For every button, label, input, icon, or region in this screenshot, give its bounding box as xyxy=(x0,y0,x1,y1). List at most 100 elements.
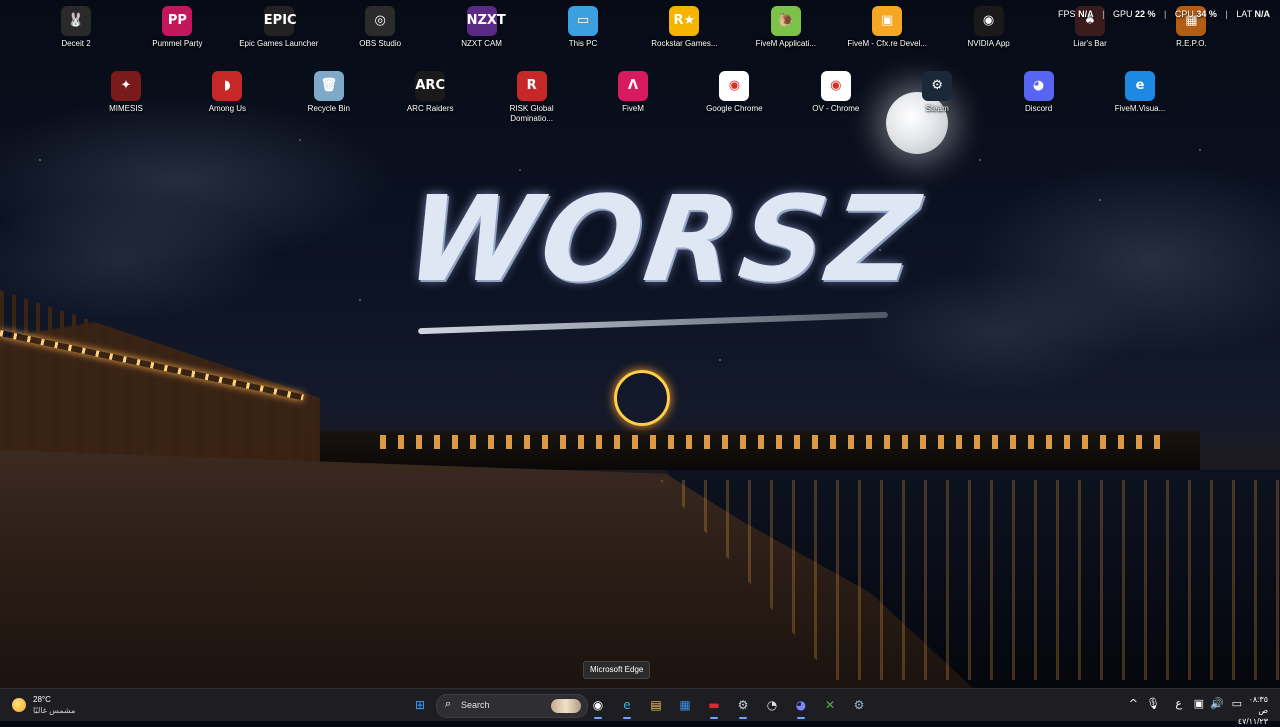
desktop-icon[interactable]: 🐌 FiveM Applicati... xyxy=(746,6,826,49)
mimesis-icon: ✦ xyxy=(111,71,141,101)
desktop-icon-label: Pummel Party xyxy=(152,39,203,48)
taskbar-edge[interactable]: e xyxy=(615,693,639,719)
steam-icon: ⚙ xyxy=(922,71,953,101)
taskbar-store[interactable]: ▦ xyxy=(673,693,697,717)
lat-label: LAT xyxy=(1236,9,1252,19)
fivem-snail-icon: 🐌 xyxy=(770,6,801,36)
fps-label: FPS xyxy=(1058,9,1076,19)
desktop-icon[interactable]: ◎ OBS Studio xyxy=(340,6,420,49)
risk-icon: R xyxy=(516,71,547,101)
desktop-icon-label: Discord xyxy=(1025,104,1053,113)
recycle-bin-icon: 🗑 xyxy=(313,71,344,101)
desktop-icon-label: OBS Studio xyxy=(359,39,402,48)
weather-temperature: 28°C xyxy=(33,695,51,704)
desktop-icon-label: OV - Chrome xyxy=(812,104,860,113)
pier-lights xyxy=(380,435,1160,449)
desktop-icon[interactable]: EPIC Epic Games Launcher xyxy=(239,6,319,49)
search-icon: ⌕ xyxy=(445,698,452,710)
desktop-icon[interactable]: ARC ARC Raiders xyxy=(390,71,470,114)
monitor-icon: ▭ xyxy=(568,6,598,36)
desktop-icon-label: NZXT CAM xyxy=(461,39,502,48)
sun-icon xyxy=(12,698,26,712)
desktop-icon-label: ARC Raiders xyxy=(406,104,454,113)
desktop-icon-label: FiveM.Visua... xyxy=(1114,104,1166,113)
among-us-icon: ◗ xyxy=(212,71,243,101)
desktop-icon[interactable]: ⚙ Steam xyxy=(897,71,977,114)
volume-icon[interactable]: 🔊 xyxy=(1210,697,1224,710)
desktop-icon[interactable]: ◗ Among Us xyxy=(187,71,267,114)
clock[interactable]: ٠٨:٣٥ ص ٤٧/١١/٢٣ xyxy=(1238,694,1268,727)
edge-icon: e xyxy=(1125,71,1155,101)
rabbit-icon: 🐰 xyxy=(61,6,91,36)
desktop-icon-label: Deceit 2 xyxy=(61,39,91,48)
fivem-icon: Λ xyxy=(618,71,648,101)
desktop-icon[interactable]: ▣ FiveM - Cfx.re Devel... xyxy=(847,6,927,49)
desktop-icon-label: NVIDIA App xyxy=(967,39,1010,48)
desktop-icon-label: FiveM Applicati... xyxy=(755,39,817,48)
desktop-icon[interactable]: ◕ Discord xyxy=(999,71,1079,114)
desktop-icon-label: RISK Global Dominatio... xyxy=(509,104,554,123)
desktop-icon[interactable]: PP Pummel Party xyxy=(137,6,217,49)
fps-value: N/A xyxy=(1078,9,1094,19)
desktop-icon-label: Steam xyxy=(925,104,949,113)
desktop-icon[interactable]: R RISK Global Dominatio... xyxy=(492,71,572,124)
desktop-icon[interactable]: ◉ NVIDIA App xyxy=(949,6,1029,49)
taskbar-search[interactable]: ⌕ Search xyxy=(436,694,588,718)
start-button[interactable]: ⊞ xyxy=(408,693,432,717)
taskbar-discord[interactable]: ◕ xyxy=(789,693,813,719)
microphone-icon[interactable]: 🎙 xyxy=(1146,697,1160,710)
cpu-label: CPU xyxy=(1174,9,1194,19)
desktop-icon-label: Rockstar Games... xyxy=(651,39,718,48)
ferris-wheel xyxy=(614,370,670,426)
chrome-icon: ◉ xyxy=(719,71,750,101)
desktop-icon-label: R.E.P.O. xyxy=(1176,39,1207,48)
desktop-icon[interactable]: ◉ OV - Chrome xyxy=(796,71,876,114)
clock-date: ٤٧/١١/٢٣ xyxy=(1237,717,1268,726)
desktop-icon-label: MIMESIS xyxy=(109,104,143,113)
cfx-box-icon: ▣ xyxy=(872,6,903,36)
show-hidden-icons-chevron[interactable]: ^ xyxy=(1129,697,1138,710)
desktop-icon[interactable]: 🐰 Deceit 2 xyxy=(36,6,116,49)
divider: | xyxy=(1102,9,1105,19)
desktop-icon[interactable]: ✦ MIMESIS xyxy=(86,71,166,114)
desktop-icon-label: Among Us xyxy=(208,104,247,113)
search-highlight-image xyxy=(551,699,581,713)
obs-icon: ◎ xyxy=(365,6,396,36)
chrome-ov-icon: ◉ xyxy=(820,71,851,101)
divider: | xyxy=(1164,9,1167,19)
desktop-icon[interactable]: ▭ This PC xyxy=(543,6,623,49)
taskbar-app-clock[interactable]: ◔ xyxy=(760,693,784,717)
taskbar-file-explorer[interactable]: ▤ xyxy=(644,693,668,717)
desktop-icon[interactable]: ◉ Google Chrome xyxy=(694,71,774,114)
desktop-icon-label: Liar's Bar xyxy=(1073,39,1107,48)
divider: | xyxy=(1225,9,1228,19)
desktop-icon[interactable]: NZXT NZXT CAM xyxy=(442,6,522,49)
desktop-icon[interactable]: Λ FiveM xyxy=(593,71,673,114)
gpu-value: 22 % xyxy=(1134,9,1156,19)
taskbar-xbox[interactable]: ✕ xyxy=(818,693,842,717)
desktop-icon[interactable]: 🗑 Recycle Bin xyxy=(289,71,369,114)
desktop-icon-label: FiveM - Cfx.re Devel... xyxy=(847,39,927,48)
desktop-icon-label: Epic Games Launcher xyxy=(239,39,319,48)
wallpaper-title: WORSZ xyxy=(398,170,930,308)
taskbar: 28°C مشمس غالبًا ⌕ Search ⊞ ◉ e ▤ ▦ ▬ ⚙ ◔ ◕ ✕ ⚙ ^ … xyxy=(0,688,1280,726)
desktop-icon-label: Recycle Bin xyxy=(307,104,350,113)
epic-games-icon: EPIC xyxy=(263,6,297,36)
desktop-icon[interactable]: e FiveM.Visua... xyxy=(1100,71,1180,114)
taskbar-app-red[interactable]: ▬ xyxy=(702,693,726,719)
performance-overlay: FPS N/A | GPU 22 % | CPU 34 % | LAT N/A xyxy=(1058,9,1270,19)
desktop-icon[interactable]: R★ Rockstar Games... xyxy=(644,6,724,49)
weather-condition: مشمس غالبًا xyxy=(33,706,76,715)
desktop-icon-label: FiveM xyxy=(622,104,644,113)
taskbar-chrome[interactable]: ◉ xyxy=(586,693,610,719)
arc-raiders-icon: ARC xyxy=(415,71,446,101)
taskbar-settings[interactable]: ⚙ xyxy=(847,693,871,717)
network-icon[interactable]: ▣ xyxy=(1194,697,1204,710)
nzxt-icon: NZXT xyxy=(466,6,506,36)
cpu-value: 34 % xyxy=(1196,9,1217,19)
taskbar-steam[interactable]: ⚙ xyxy=(731,693,755,719)
taskbar-tooltip: Microsoft Edge xyxy=(583,661,651,679)
nvidia-icon: ◉ xyxy=(973,6,1004,36)
discord-icon: ◕ xyxy=(1023,71,1054,101)
input-language-indicator[interactable]: ع xyxy=(1175,697,1182,710)
